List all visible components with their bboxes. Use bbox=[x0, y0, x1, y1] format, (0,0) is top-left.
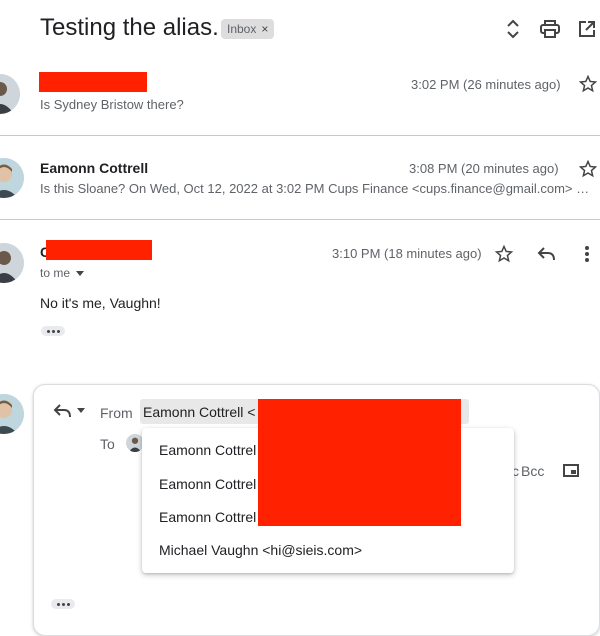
from-option[interactable]: Eamonn Cottrel bbox=[159, 509, 256, 525]
star-icon[interactable] bbox=[578, 159, 598, 179]
message-time: 3:02 PM (26 minutes ago) bbox=[411, 77, 561, 92]
recipients-toggle[interactable]: to me bbox=[40, 266, 85, 280]
message-time: 3:08 PM (20 minutes ago) bbox=[409, 161, 559, 176]
inbox-label-text: Inbox bbox=[227, 22, 257, 36]
star-icon[interactable] bbox=[494, 244, 514, 264]
redacted-sender-name bbox=[39, 72, 147, 92]
inbox-label-chip: Inbox × bbox=[221, 19, 275, 39]
message-time: 3:10 PM (18 minutes ago) bbox=[332, 246, 482, 261]
from-option[interactable]: Eamonn Cottrel bbox=[159, 476, 256, 492]
pop-out-reply-icon[interactable] bbox=[562, 462, 580, 478]
sender-name[interactable]: Eamonn Cottrell bbox=[40, 160, 148, 176]
bcc-link[interactable]: Bcc bbox=[521, 463, 544, 479]
message-snippet[interactable]: Is this Sloane? On Wed, Oct 12, 2022 at … bbox=[40, 181, 592, 196]
sender-avatar bbox=[0, 158, 24, 198]
from-value: Eamonn Cottrell < bbox=[143, 404, 256, 420]
to-line: to me bbox=[40, 266, 71, 280]
email-subject: Testing the alias. bbox=[40, 14, 219, 41]
message-divider bbox=[0, 135, 600, 136]
sender-avatar bbox=[0, 243, 24, 283]
reply-type-icon[interactable] bbox=[52, 402, 72, 420]
redacted-email-addresses bbox=[258, 399, 461, 526]
to-label: To bbox=[100, 436, 115, 452]
reply-icon[interactable] bbox=[535, 244, 557, 264]
user-avatar bbox=[0, 394, 24, 434]
show-quoted-text-button[interactable] bbox=[51, 599, 75, 609]
message-divider bbox=[0, 219, 600, 220]
from-label: From bbox=[100, 405, 133, 421]
show-trimmed-content-button[interactable] bbox=[41, 326, 65, 336]
print-icon[interactable] bbox=[539, 19, 561, 39]
message-snippet[interactable]: Is Sydney Bristow there? bbox=[40, 97, 240, 112]
sender-avatar bbox=[0, 74, 20, 114]
expand-collapse-icon[interactable] bbox=[503, 19, 523, 39]
open-in-new-window-icon[interactable] bbox=[577, 19, 597, 39]
chevron-down-icon[interactable] bbox=[76, 406, 86, 414]
more-vert-icon[interactable] bbox=[580, 244, 594, 264]
star-icon[interactable] bbox=[578, 74, 598, 94]
redacted-sender-name bbox=[46, 240, 152, 260]
from-option[interactable]: Eamonn Cottrel bbox=[159, 442, 256, 458]
from-option[interactable]: Michael Vaughn <hi@sieis.com> bbox=[159, 542, 362, 558]
remove-label-icon[interactable]: × bbox=[261, 19, 268, 39]
chevron-down-icon bbox=[76, 270, 85, 276]
message-body: No it's me, Vaughn! bbox=[40, 295, 161, 311]
